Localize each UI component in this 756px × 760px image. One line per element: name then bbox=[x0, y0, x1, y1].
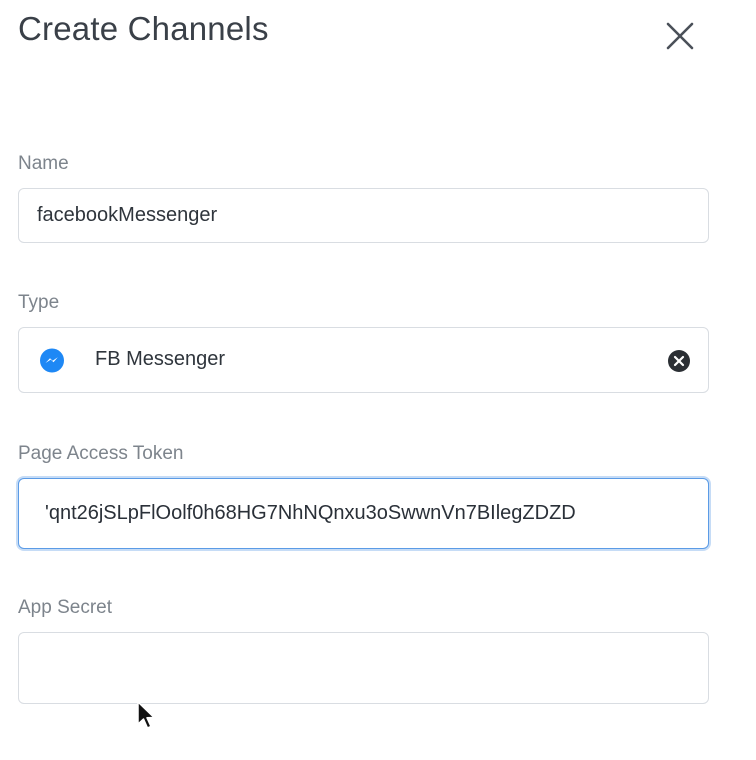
mouse-cursor-icon bbox=[137, 701, 155, 729]
type-select[interactable]: FB Messenger bbox=[18, 327, 709, 393]
app-secret-label: App Secret bbox=[18, 597, 112, 618]
clear-icon[interactable] bbox=[667, 349, 691, 373]
create-channels-dialog: Create Channels Name Type FB Messenger P… bbox=[0, 0, 756, 760]
type-selected-value: FB Messenger bbox=[95, 348, 226, 370]
dialog-title: Create Channels bbox=[18, 10, 269, 47]
name-field-container bbox=[18, 188, 709, 243]
messenger-icon bbox=[40, 348, 64, 373]
page-access-token-container bbox=[18, 478, 709, 549]
app-secret-container bbox=[18, 632, 709, 704]
page-access-token-label: Page Access Token bbox=[18, 443, 184, 464]
close-button[interactable] bbox=[660, 16, 700, 56]
app-secret-input[interactable] bbox=[19, 633, 708, 703]
name-label: Name bbox=[18, 153, 69, 174]
page-access-token-input[interactable] bbox=[19, 479, 708, 548]
close-icon bbox=[666, 22, 694, 50]
type-label: Type bbox=[18, 292, 60, 313]
name-input[interactable] bbox=[19, 189, 708, 242]
